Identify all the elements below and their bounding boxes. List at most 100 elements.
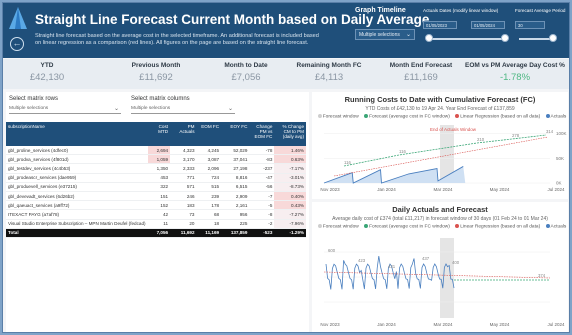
column-header[interactable]: PM Actuals [170, 122, 197, 146]
actuals-end-date-value: 01/05/2024 [474, 23, 495, 28]
kpi-eom-vs-pm: EOM vs PM Average Day Cost % -1.78% [463, 62, 567, 83]
total-cell: -523 [249, 228, 275, 238]
legend-item: Forecast (average cost in FC window) [369, 224, 450, 230]
running-costs-chart-panel: Running Costs to Date with Cumulative Fo… [312, 92, 568, 199]
kpi-value: -1.78% [499, 72, 531, 83]
actuals-start-knob[interactable] [425, 34, 433, 42]
kpi-value: £11,692 [139, 72, 173, 83]
kpi-label: EOM vs PM Average Day Cost % [465, 62, 565, 69]
value-cell: 515 [196, 182, 222, 192]
actuals-dates-slider-track[interactable] [429, 38, 505, 40]
graph-timeline-select[interactable]: Multiple selections ⌄ [355, 29, 415, 40]
data-label: 600 [328, 248, 336, 253]
column-header[interactable]: EOY FC [221, 122, 250, 146]
forecast-period-label: Forecast Average Period [515, 8, 566, 13]
value-cell: -7.17% [274, 163, 306, 174]
page-title: Straight Line Forecast Current Month bas… [35, 12, 430, 27]
table-row[interactable]: Visual Studio Enterprise Subscription – … [6, 219, 306, 229]
kpi-value: £4,113 [314, 72, 344, 83]
chart-legend: Forecast window Forecast (average cost i… [312, 224, 568, 229]
matrix-cols-select[interactable]: Multiple selections ⌄ [131, 104, 235, 114]
forecast-window-band [440, 238, 454, 318]
table-row[interactable]: gbl_proline_services (4dfec0) 2,694 4,323 4… [6, 146, 306, 156]
forecast-data-label: 278 [512, 133, 520, 138]
graph-timeline-label: Graph Timeline [355, 7, 406, 14]
kpi-label: Month End Forecast [389, 62, 453, 69]
value-cell: -7.96% [274, 219, 306, 229]
x-tick-label: Jan 2024 [377, 322, 396, 327]
daily-actuals-chart[interactable]: Nov 2023 Jan 2024 Mar 2024 May 2024 Jul 2024… [312, 232, 568, 332]
legend-item: Actuals [550, 224, 567, 230]
actuals-start-date-input[interactable]: 01/05/2023 [423, 21, 457, 29]
column-header[interactable]: EOM FC [196, 122, 222, 146]
value-cell: 2,096 [196, 163, 222, 174]
matrix-rows-select[interactable]: Multiple selections ⌄ [9, 104, 121, 114]
y-tick-label: 0K [556, 181, 562, 186]
actuals-start-date-value: 01/05/2023 [426, 23, 447, 28]
value-cell: -47 [249, 173, 275, 183]
legend-item: Actuals [550, 114, 567, 120]
chevron-down-icon: ⌄ [405, 32, 411, 38]
forecast-period-value: 30 [518, 23, 523, 28]
value-cell: 42 [147, 209, 171, 220]
value-cell: 0.63% [274, 154, 306, 165]
value-cell: 453 [147, 173, 171, 183]
value-cell: -56 [249, 182, 275, 192]
x-tick-label: May 2024 [490, 322, 510, 327]
kpi-label: YTD [40, 62, 54, 69]
table-row[interactable]: gbl_qaeuact_services (a9ff72) 152 183 178 2,… [6, 200, 306, 211]
chart-title: Daily Actuals and Forecast [392, 205, 488, 214]
daily-actuals-chart-panel: Daily Actuals and Forecast Average daily… [312, 202, 568, 332]
back-arrow-icon[interactable]: ← [10, 37, 24, 51]
value-cell: 6,515 [221, 182, 250, 192]
page-subtitle: Straight line forecast based on the aver… [35, 33, 319, 46]
table-row[interactable]: gbl_produevell_services (e37215) 322 571 51… [6, 182, 306, 192]
legend-item: Forecast window [322, 114, 359, 120]
table-row[interactable]: ITEXACT PAYG (a7af78) 42 73 68 956 -8 -7.27% [6, 209, 306, 220]
value-cell: -7.27% [274, 209, 306, 220]
matrix-cols-label: Select matrix columns [131, 96, 190, 102]
value-cell: -5 [249, 200, 275, 211]
value-cell: -8.73% [274, 182, 306, 192]
matrix-rows-value: Multiple selections [9, 106, 49, 111]
actuals-end-date-input[interactable]: 01/05/2024 [471, 21, 505, 29]
matrix-rows-label: Select matrix rows [9, 96, 59, 102]
row-name-cell: ITEXACT PAYG (a7af78) [6, 209, 148, 220]
column-header[interactable]: Cost MTD [147, 122, 171, 146]
row-name-cell: gbl_proline_services (4dfec0) [6, 146, 148, 156]
end-of-actuals-annotation: End of Actuals Window [430, 127, 477, 132]
column-header[interactable]: subscriptionName [6, 122, 148, 146]
actuals-dates-label: Actuals Dates (modify linear window) [423, 8, 499, 13]
value-cell: 246 [170, 191, 197, 202]
column-header[interactable]: Change PM vs EOM FC [249, 122, 275, 146]
row-name-cell: Visual Studio Enterprise Subscription – … [6, 219, 148, 229]
actuals-end-knob[interactable] [501, 34, 509, 42]
value-cell: -8 [249, 209, 275, 220]
total-cell: 7,056 [147, 228, 171, 238]
table-row[interactable]: gbl_prodva_services (4f801d) 1,059 3,170 3,… [6, 154, 306, 165]
column-header[interactable]: % Change CM to PM (daily avg) [274, 122, 306, 146]
data-label: 437 [422, 256, 430, 261]
value-cell: 225 [221, 219, 250, 229]
value-cell: -78 [249, 146, 275, 156]
total-cell: 11,692 [170, 228, 197, 238]
header-bar: ← Straight Line Forecast Current Month b… [3, 3, 569, 58]
forecast-data-label: 210 [477, 137, 485, 142]
value-cell: 8,816 [221, 173, 250, 183]
kpi-remaining-month-fc: Remaining Month FC £4,113 [293, 62, 365, 83]
row-name-cell: gbl_prodeascr_services (dae959) [6, 173, 148, 183]
total-cell: -1.29% [274, 228, 306, 238]
value-cell: 52,029 [221, 146, 250, 156]
forecast-period-knob[interactable] [549, 34, 557, 42]
table-row[interactable]: gbl_testdev_services (4c4b53) 1,350 2,333 2… [6, 163, 306, 174]
value-cell: 151 [147, 191, 171, 202]
row-name-cell: gbl_qaeuact_services (a9ff72) [6, 200, 148, 211]
value-cell: 2,694 [147, 146, 171, 156]
table-row[interactable]: gbl_prodeascr_services (dae959) 453 771 724… [6, 173, 306, 183]
value-cell: 2,333 [170, 163, 197, 174]
table-row[interactable]: gbl_devevadt_services (6d26b2) 151 246 239 2… [6, 191, 306, 202]
value-cell: 771 [170, 173, 197, 183]
forecast-period-input[interactable]: 30 [515, 21, 545, 29]
running-costs-chart[interactable]: End of Actuals Window 0K 50K 100K Nov 2023 Ja… [312, 121, 568, 199]
value-cell: -83 [249, 154, 275, 165]
